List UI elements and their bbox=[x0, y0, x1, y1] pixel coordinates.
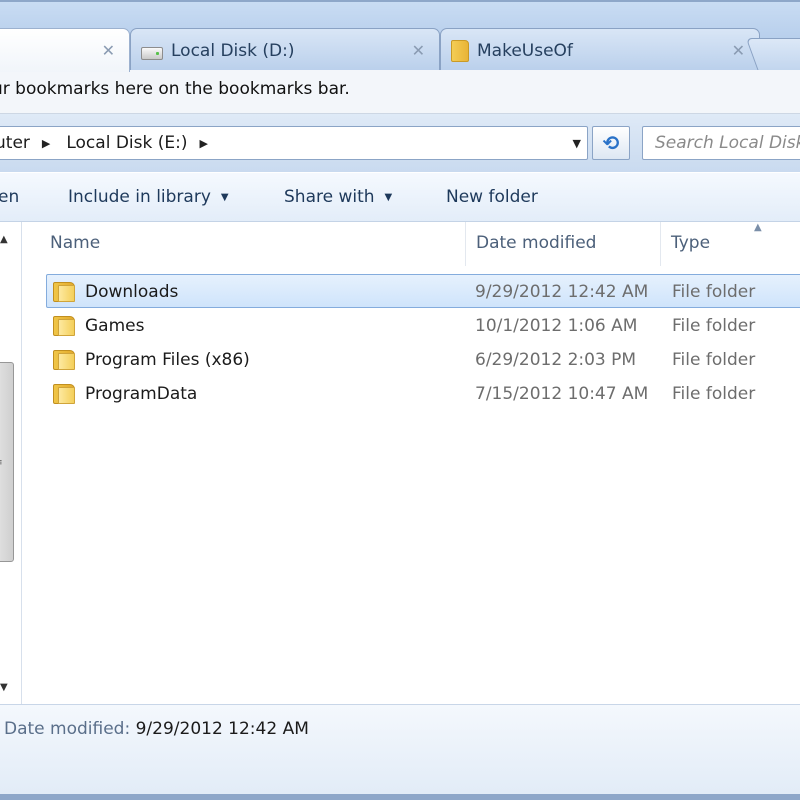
drive-icon bbox=[141, 47, 163, 60]
file-row-downloads[interactable]: Downloads 9/29/2012 12:42 AM File folder bbox=[46, 274, 800, 308]
detail-date-modified: Date modified: 9/29/2012 12:42 AM bbox=[4, 719, 309, 739]
address-bar[interactable]: uter ▶ Local Disk (E:) ▶ ▼ bbox=[0, 126, 588, 160]
details-pane: Date modified: 9/29/2012 12:42 AM bbox=[0, 704, 800, 794]
tab-close-icon[interactable]: ✕ bbox=[732, 41, 745, 60]
open-label: en bbox=[0, 187, 20, 207]
file-date: 6/29/2012 2:03 PM bbox=[475, 350, 637, 370]
open-button[interactable]: en bbox=[0, 187, 19, 207]
breadcrumb-computer[interactable]: uter bbox=[0, 133, 30, 153]
file-name: Games bbox=[85, 316, 145, 336]
file-date: 10/1/2012 1:06 AM bbox=[475, 316, 638, 336]
new-folder-button[interactable]: New folder bbox=[446, 187, 538, 207]
tab-close-icon[interactable]: ✕ bbox=[102, 41, 115, 60]
file-type: File folder bbox=[672, 316, 756, 336]
address-row: uter ▶ Local Disk (E:) ▶ ▼ ⟲ bbox=[0, 114, 800, 172]
new-folder-label: New folder bbox=[446, 187, 538, 207]
file-type: File folder bbox=[672, 350, 756, 370]
folder-icon bbox=[53, 350, 75, 370]
search-input[interactable] bbox=[643, 127, 800, 159]
chevron-down-icon: ▼ bbox=[220, 191, 229, 203]
scroll-down-icon[interactable]: ▼ bbox=[0, 682, 8, 693]
file-row-program-files-x86[interactable]: Program Files (x86) 6/29/2012 2:03 PM Fi… bbox=[46, 342, 800, 376]
scroll-up-icon[interactable]: ▲ bbox=[0, 234, 8, 245]
file-type: File folder bbox=[672, 282, 756, 302]
column-header-label: Type bbox=[671, 233, 711, 253]
file-date: 7/15/2012 10:47 AM bbox=[475, 384, 649, 404]
tab-title: MakeUseOf bbox=[477, 40, 573, 61]
share-with-label: Share with bbox=[284, 187, 375, 207]
file-date: 9/29/2012 12:42 AM bbox=[475, 282, 649, 302]
folder-icon bbox=[451, 39, 469, 62]
breadcrumb-local-disk-e[interactable]: Local Disk (E:) bbox=[66, 133, 187, 153]
folder-icon bbox=[53, 316, 75, 336]
folder-icon bbox=[53, 282, 75, 302]
file-name: ProgramData bbox=[85, 384, 198, 404]
file-name: Program Files (x86) bbox=[85, 350, 250, 370]
include-in-library-button[interactable]: Include in library ▼ bbox=[68, 187, 229, 207]
breadcrumb-chevron-icon[interactable]: ▶ bbox=[42, 137, 50, 150]
file-row-programdata[interactable]: ProgramData 7/15/2012 10:47 AM File fold… bbox=[46, 376, 800, 410]
window-bottom-border bbox=[0, 794, 800, 800]
file-name: Downloads bbox=[85, 282, 179, 302]
tab-strip: ✕ Local Disk (D:) ✕ MakeUseOf ✕ bbox=[0, 0, 800, 72]
share-with-button[interactable]: Share with ▼ bbox=[284, 187, 392, 207]
file-list: Name Date modified Type ▲ Downloads 9/29… bbox=[22, 222, 800, 704]
navigation-pane: ▲ ≡ ▼ bbox=[0, 222, 22, 704]
column-header-name[interactable]: Name bbox=[22, 222, 466, 266]
tab-title: Local Disk (D:) bbox=[171, 40, 295, 61]
bookmarks-bar: ur bookmarks here on the bookmarks bar. bbox=[0, 70, 800, 114]
address-dropdown-icon[interactable]: ▼ bbox=[573, 137, 581, 150]
chevron-down-icon: ▼ bbox=[384, 191, 393, 203]
file-row-games[interactable]: Games 10/1/2012 1:06 AM File folder bbox=[46, 308, 800, 342]
search-box[interactable] bbox=[642, 126, 800, 160]
column-header-label: Date modified bbox=[476, 233, 597, 253]
folder-icon bbox=[53, 384, 75, 404]
tab-close-icon[interactable]: ✕ bbox=[412, 41, 425, 60]
column-header-row: Name Date modified Type ▲ bbox=[22, 222, 800, 266]
tab-active[interactable]: ✕ bbox=[0, 28, 130, 72]
column-header-label: Name bbox=[50, 233, 101, 253]
grip-icon: ≡ bbox=[0, 458, 3, 468]
detail-value: 9/29/2012 12:42 AM bbox=[135, 719, 309, 739]
refresh-icon: ⟲ bbox=[602, 131, 620, 155]
bookmarks-bar-hint: ur bookmarks here on the bookmarks bar. bbox=[0, 79, 350, 99]
tab-makeuseof[interactable]: MakeUseOf ✕ bbox=[440, 28, 760, 72]
command-bar: en Include in library ▼ Share with ▼ New… bbox=[0, 172, 800, 222]
breadcrumb-chevron-icon[interactable]: ▶ bbox=[199, 137, 207, 150]
detail-label: Date modified: bbox=[4, 719, 131, 739]
refresh-button[interactable]: ⟲ bbox=[592, 126, 630, 160]
column-header-type[interactable]: Type bbox=[661, 222, 800, 266]
navigation-scrollbar-thumb[interactable]: ≡ bbox=[0, 362, 14, 562]
include-in-library-label: Include in library bbox=[68, 187, 211, 207]
column-header-date-modified[interactable]: Date modified bbox=[466, 222, 661, 266]
tab-local-disk-d[interactable]: Local Disk (D:) ✕ bbox=[130, 28, 440, 72]
file-type: File folder bbox=[672, 384, 756, 404]
sort-ascending-icon: ▲ bbox=[754, 222, 762, 233]
